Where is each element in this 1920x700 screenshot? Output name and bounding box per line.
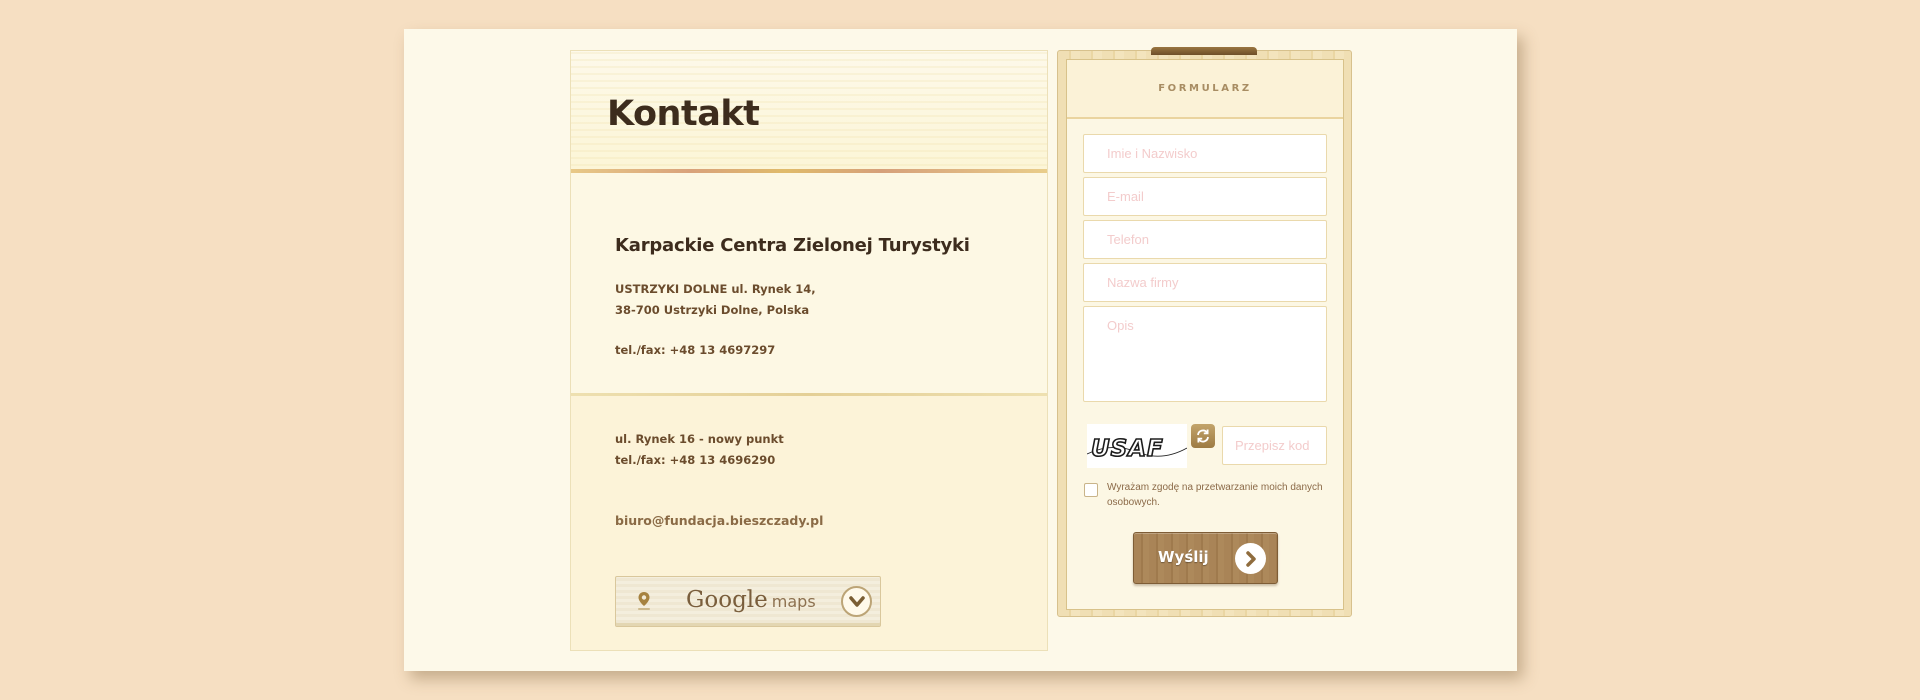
content-sheet: Kontakt Karpackie Centra Zielonej Turyst… xyxy=(404,29,1517,671)
company-name: Karpackie Centra Zielonej Turystyki xyxy=(615,235,970,256)
board-clip xyxy=(1151,47,1257,55)
form-board: FORMULARZ USAF xyxy=(1057,47,1352,617)
google-maps-button[interactable]: Google maps xyxy=(615,576,881,627)
divider xyxy=(571,393,1047,396)
contact-panel: Kontakt Karpackie Centra Zielonej Turyst… xyxy=(570,50,1048,651)
maps-suffix: maps xyxy=(771,592,816,611)
name-input[interactable] xyxy=(1083,134,1327,173)
email-input[interactable] xyxy=(1083,177,1327,216)
form-container: FORMULARZ USAF xyxy=(1066,59,1344,610)
description-textarea[interactable] xyxy=(1083,306,1327,402)
contact-header: Kontakt xyxy=(571,51,1047,173)
company-input[interactable] xyxy=(1083,263,1327,302)
phone-input[interactable] xyxy=(1083,220,1327,259)
google-brand: Google xyxy=(686,587,768,613)
page-title: Kontakt xyxy=(607,94,760,134)
captcha-code-input[interactable] xyxy=(1222,426,1327,465)
captcha-refresh-button[interactable] xyxy=(1191,424,1215,448)
email-link[interactable]: biuro@fundacja.bieszczady.pl xyxy=(615,513,823,528)
submit-button[interactable]: Wyślij xyxy=(1133,532,1278,584)
refresh-icon xyxy=(1197,429,1209,443)
form-title: FORMULARZ xyxy=(1158,83,1252,94)
phone-2: tel./fax: +48 13 4696290 xyxy=(615,453,776,467)
address-line-2: 38-700 Ustrzyki Dolne, Polska xyxy=(615,303,810,317)
consent-label: Wyrażam zgodę na przetwarzanie moich dan… xyxy=(1107,482,1323,508)
map-pin-icon xyxy=(638,592,650,610)
google-maps-label: Google maps xyxy=(686,587,816,613)
consent-checkbox[interactable] xyxy=(1084,483,1098,497)
phone-1: tel./fax: +48 13 4697297 xyxy=(615,343,776,357)
chevron-right-icon xyxy=(1235,543,1266,574)
address-line-1: USTRZYKI DOLNE ul. Rynek 14, xyxy=(615,282,816,296)
captcha-text: USAF xyxy=(1091,436,1164,462)
chevron-down-icon xyxy=(841,586,872,617)
form-header: FORMULARZ xyxy=(1067,60,1343,119)
captcha-image: USAF xyxy=(1087,424,1187,468)
branch-address: ul. Rynek 16 - nowy punkt xyxy=(615,432,784,446)
submit-label: Wyślij xyxy=(1158,548,1209,566)
